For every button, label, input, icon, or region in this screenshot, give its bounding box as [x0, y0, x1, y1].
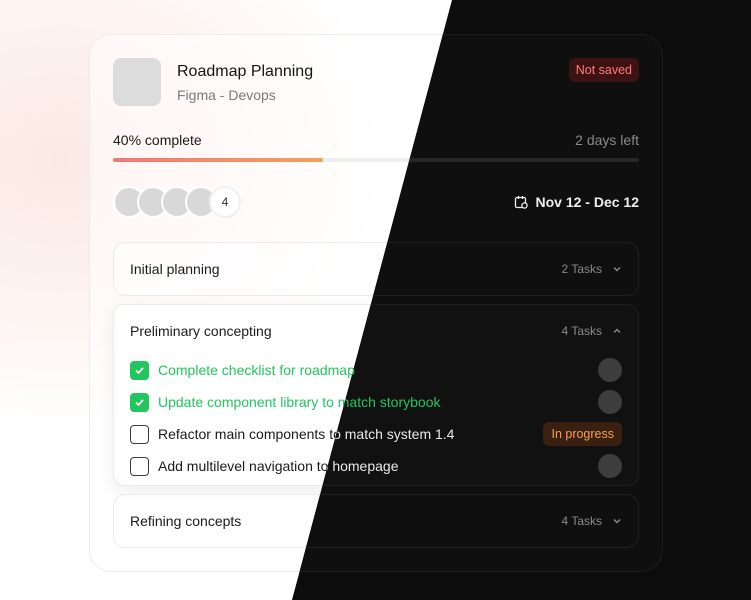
calendar-icon — [514, 196, 528, 209]
section-title: Preliminary concepting — [130, 323, 272, 339]
chevron-down-icon[interactable] — [612, 264, 622, 274]
status-badge: Not saved — [568, 58, 639, 82]
in-progress-badge: In progress — [543, 422, 622, 446]
progress-label: 40% complete — [113, 132, 202, 148]
task-checkbox[interactable] — [130, 424, 149, 444]
check-icon — [135, 398, 144, 406]
section-title: Initial planning — [130, 261, 220, 277]
progress-bar-fill — [113, 158, 324, 162]
date-range-label: Nov 12 - Dec 12 — [535, 194, 640, 210]
task-assignee-avatar[interactable] — [598, 454, 622, 478]
project-thumbnail — [113, 58, 161, 106]
project-subtitle: Figma - Devops — [177, 87, 276, 103]
task-checkbox[interactable] — [130, 360, 149, 380]
task-assignee-avatar[interactable] — [598, 358, 622, 382]
section-title: Refining concepts — [130, 513, 242, 529]
section-task-count: 2 Tasks — [561, 262, 602, 276]
task-label: Complete checklist for roadmap — [158, 362, 355, 378]
task-assignee-avatar[interactable] — [598, 390, 622, 414]
chevron-up-icon[interactable] — [612, 326, 622, 336]
chevron-down-icon[interactable] — [612, 516, 622, 526]
section-task-count: 4 Tasks — [561, 324, 602, 338]
check-icon — [135, 366, 144, 374]
task-checkbox[interactable] — [130, 392, 149, 412]
task-checkbox[interactable] — [130, 456, 149, 476]
avatar-overflow-count[interactable]: 4 — [209, 186, 241, 218]
date-range[interactable]: Nov 12 - Dec 12 — [514, 194, 640, 210]
project-title: Roadmap Planning — [177, 63, 314, 80]
section-task-count: 4 Tasks — [561, 514, 602, 528]
days-left-label: 2 days left — [575, 132, 639, 148]
